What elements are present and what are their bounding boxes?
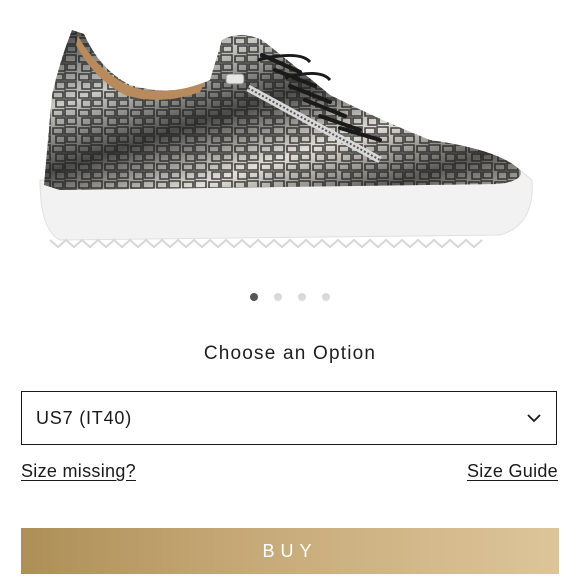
carousel-dot-2[interactable] [274, 293, 282, 301]
size-select[interactable]: US7 (IT40) [21, 391, 557, 445]
size-select-value: US7 (IT40) [36, 407, 133, 428]
carousel-dot-4[interactable] [322, 293, 330, 301]
sneaker-illustration [39, 30, 533, 249]
carousel-dot-3[interactable] [298, 293, 306, 301]
buy-button[interactable]: BUY [21, 528, 559, 574]
size-guide-link[interactable]: Size Guide [467, 461, 558, 482]
options-title: Choose an Option [203, 343, 377, 364]
carousel-dot-1[interactable] [250, 293, 258, 301]
product-image[interactable] [0, 0, 580, 290]
size-missing-link[interactable]: Size missing? [21, 461, 136, 482]
carousel-dots [0, 293, 580, 301]
chevron-down-icon [526, 410, 542, 426]
